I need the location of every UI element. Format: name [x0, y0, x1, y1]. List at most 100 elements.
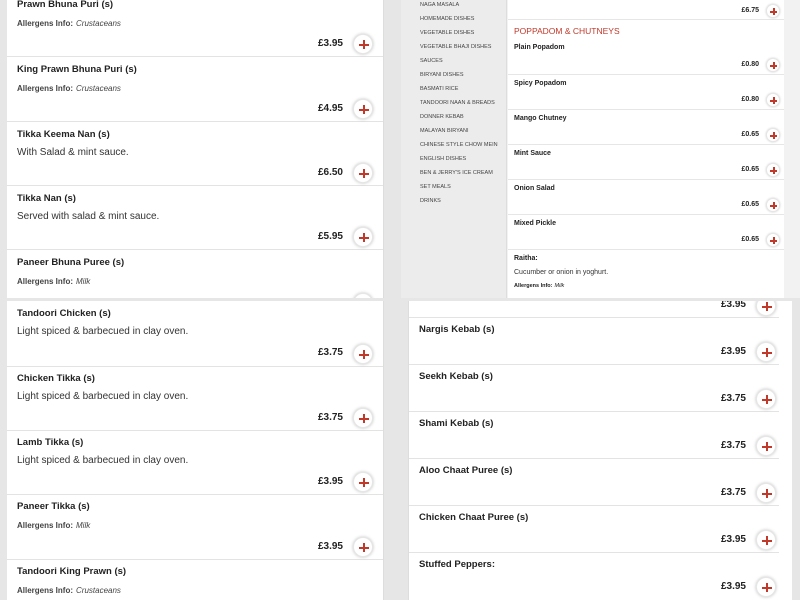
category-menu-list: £6.75 POPPADOM & CHUTNEYS Plain Popadom …	[508, 0, 784, 298]
scrollbar[interactable]	[784, 0, 800, 298]
menu-item: Mixed Pickle £0.65	[508, 215, 784, 250]
add-to-cart-button[interactable]	[766, 128, 780, 142]
menu-item: Raitha: Cucumber or onion in yoghurt. Al…	[508, 250, 784, 298]
item-name: Mango Chutney	[514, 115, 567, 122]
item-name: Tandoori Chicken (s)	[17, 308, 111, 319]
item-name: Spicy Popadom	[514, 80, 567, 87]
item-price: £0.80	[741, 61, 759, 68]
add-to-cart-button[interactable]	[353, 408, 373, 428]
sidebar-item-malayan-biryani[interactable]: MALAYAN BIRYANI	[420, 128, 469, 134]
add-to-cart-button[interactable]	[766, 93, 780, 107]
sidebar-item-biryani-dishes[interactable]: BIRYANI DISHES	[420, 72, 464, 78]
item-price: £6.75	[741, 7, 759, 14]
item-price: £3.95	[720, 301, 746, 310]
menu-item: Mint Sauce £0.65	[508, 145, 784, 180]
add-to-cart-button[interactable]	[766, 198, 780, 212]
allergen-value: Milk	[554, 283, 565, 289]
item-name: Paneer Bhuna Puree (s)	[17, 257, 125, 268]
item-name: Tikka Keema Nan (s)	[17, 129, 110, 140]
sidebar-item-set-meals[interactable]: SET MEALS	[420, 184, 451, 190]
item-name: Shami Kebab (s)	[419, 418, 494, 429]
add-to-cart-button[interactable]	[353, 293, 373, 298]
category-sidebar: NAGA MASALA HOMEMADE DISHES VEGETABLE DI…	[401, 0, 507, 298]
allergen-label: Allergens Info:	[17, 277, 74, 286]
menu-item: Paneer Tikka (s) Allergens Info: Milk £3.…	[7, 495, 383, 560]
allergen-info: Allergens Info: Milk	[514, 283, 564, 289]
item-price: £3.95	[720, 346, 746, 357]
add-to-cart-button[interactable]	[353, 537, 373, 557]
item-price: £3.75	[720, 393, 746, 404]
item-name: Nargis Kebab (s)	[419, 324, 495, 335]
sidebar-item-drinks[interactable]: DRINKS	[420, 198, 441, 204]
allergen-info: Allergens Info: Milk	[17, 277, 90, 286]
add-to-cart-button[interactable]	[756, 577, 776, 597]
sidebar-item-homemade-dishes[interactable]: HOMEMADE DISHES	[420, 16, 474, 22]
menu-item: Chicken Chaat Puree (s) £3.95	[409, 506, 779, 553]
item-price: £0.65	[741, 131, 759, 138]
sidebar-item-ice-cream[interactable]: BEN & JERRY'S ICE CREAM	[420, 170, 493, 176]
item-name: Paneer Tikka (s)	[17, 501, 90, 512]
add-to-cart-button[interactable]	[766, 4, 780, 18]
item-name: King Prawn Bhuna Puri (s)	[17, 64, 137, 75]
add-to-cart-button[interactable]	[353, 99, 373, 119]
item-price: £3.75	[720, 440, 746, 451]
item-price: £4.95	[317, 103, 343, 114]
sidebar-item-tandoori-naan[interactable]: TANDOORI NAAN & BREADS	[420, 100, 495, 106]
menu-item: Plain Popadom £0.80	[508, 40, 784, 75]
item-name: Prawn Bhuna Puri (s)	[17, 0, 114, 10]
allergen-info: Allergens Info: Crustaceans	[17, 586, 121, 595]
menu-item: Shami Kebab (s) £3.75	[409, 412, 779, 459]
allergen-value: Crustaceans	[76, 19, 121, 28]
sidebar-item-vegetable-dishes[interactable]: VEGETABLE DISHES	[420, 30, 474, 36]
menu-item: £6.75	[508, 0, 784, 20]
item-price: £3.95	[317, 541, 343, 552]
add-to-cart-button[interactable]	[353, 344, 373, 364]
item-name: Mint Sauce	[514, 150, 551, 157]
add-to-cart-button[interactable]	[766, 58, 780, 72]
allergen-label: Allergens Info:	[514, 283, 553, 289]
item-description: Cucumber or onion in yoghurt.	[514, 269, 609, 276]
item-description: Light spiced & barbecued in clay oven.	[17, 455, 189, 466]
allergen-label: Allergens Info:	[17, 521, 74, 530]
allergen-info: Allergens Info: Crustaceans	[17, 19, 121, 28]
add-to-cart-button[interactable]	[756, 530, 776, 550]
item-price: £0.65	[741, 201, 759, 208]
menu-item: Tikka Nan (s) Served with salad & mint s…	[7, 186, 383, 250]
item-price: £3.75	[720, 487, 746, 498]
menu-item: Tikka Keema Nan (s) With Salad & mint sa…	[7, 122, 383, 186]
item-price: £5.95	[317, 231, 343, 242]
item-name: Tikka Nan (s)	[17, 193, 76, 204]
item-name: Aloo Chaat Puree (s)	[419, 465, 513, 476]
sidebar-item-basmati-rice[interactable]: BASMATI RICE	[420, 86, 458, 92]
sidebar-item-naga-masala[interactable]: NAGA MASALA	[420, 2, 459, 8]
item-price: £3.75	[317, 412, 343, 423]
sidebar-item-sauces[interactable]: SAUCES	[420, 58, 443, 64]
menu-item: Tandoori King Prawn (s) Allergens Info: C…	[7, 560, 383, 600]
sidebar-item-english-dishes[interactable]: ENGLISH DISHES	[420, 156, 466, 162]
menu-item: Nargis Kebab (s) £3.95	[409, 318, 779, 365]
item-price: £3.95	[317, 38, 343, 49]
add-to-cart-button[interactable]	[756, 483, 776, 503]
allergen-value: Crustaceans	[76, 586, 121, 595]
add-to-cart-button[interactable]	[756, 389, 776, 409]
item-price: £3.75	[317, 347, 343, 358]
add-to-cart-button[interactable]	[353, 227, 373, 247]
add-to-cart-button[interactable]	[766, 163, 780, 177]
add-to-cart-button[interactable]	[353, 472, 373, 492]
menu-item: King Prawn Bhuna Puri (s) Allergens Info…	[7, 57, 383, 122]
add-to-cart-button[interactable]	[756, 301, 776, 316]
menu-item: Spicy Popadom £0.80	[508, 75, 784, 110]
add-to-cart-button[interactable]	[756, 342, 776, 362]
menu-item: Aloo Chaat Puree (s) £3.75	[409, 459, 779, 506]
add-to-cart-button[interactable]	[756, 436, 776, 456]
item-description: Light spiced & barbecued in clay oven.	[17, 326, 189, 337]
add-to-cart-button[interactable]	[353, 34, 373, 54]
sidebar-item-vegetable-bhaji-dishes[interactable]: VEGETABLE BHAJI DISHES	[420, 44, 491, 50]
sidebar-item-chow-mein[interactable]: CHINESE STYLE CHOW MEIN	[420, 142, 498, 148]
add-to-cart-button[interactable]	[766, 233, 780, 247]
add-to-cart-button[interactable]	[353, 163, 373, 183]
menu-item: Prawn Bhuna Puri (s) Allergens Info: Crus…	[7, 0, 383, 57]
sidebar-item-donner-kebab[interactable]: DONNER KEBAB	[420, 114, 464, 120]
item-price: £3.95	[317, 476, 343, 487]
allergen-value: Milk	[76, 277, 91, 286]
